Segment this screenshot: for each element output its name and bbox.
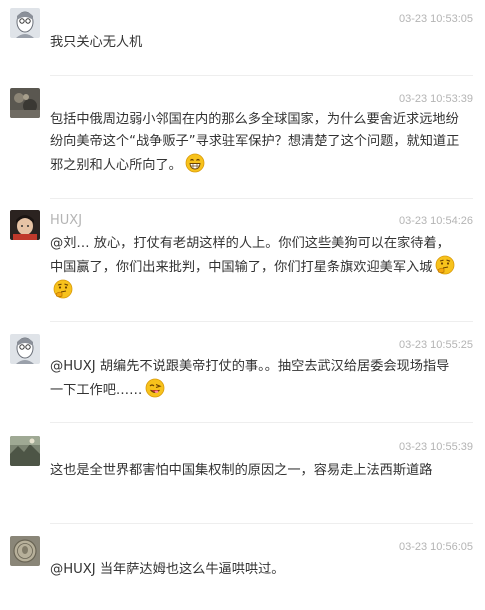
divider: [50, 422, 473, 423]
divider: [50, 321, 473, 322]
divider: [50, 198, 473, 199]
timestamp: 03-23 10:55:39: [398, 441, 473, 453]
comment-body: @刘… 放心，打仗有老胡这样的人上。你们这些美狗可以在家待着，中国赢了，你们出来…: [50, 236, 450, 275]
comment-body: @HUXJ 胡编先不说跟美帝打仗的事。。抽空去武汉给居委会现场指导一下工作吧……: [50, 359, 450, 398]
thinking-emoji-icon: [435, 255, 455, 275]
comment-body: 包括中俄周边弱小邻国在内的那么多全球国家，为什么要舍近求远地纷纷向美帝这个“战争…: [50, 112, 460, 173]
comment-text: 我只关心无人机: [50, 35, 143, 50]
divider: [50, 523, 473, 524]
user-avatar[interactable]: [10, 88, 40, 118]
comment-text: @HUXJ 胡编先不说跟美帝打仗的事。。抽空去武汉给居委会现场指导一下工作吧……: [50, 356, 460, 402]
timestamp: 03-23 10:56:05: [398, 541, 473, 553]
comment-text: 包括中俄周边弱小邻国在内的那么多全球国家，为什么要舍近求远地纷纷向美帝这个“战争…: [50, 109, 460, 177]
timestamp: 03-23 10:53:39: [398, 93, 473, 105]
user-avatar[interactable]: [10, 334, 40, 364]
username[interactable]: HUXJ: [50, 213, 82, 228]
grinning-emoji-icon: [185, 153, 205, 173]
user-avatar[interactable]: [10, 536, 40, 566]
timestamp: 03-23 10:53:05: [398, 13, 473, 25]
user-avatar[interactable]: [10, 436, 40, 466]
divider: [50, 75, 473, 76]
timestamp: 03-23 10:55:25: [398, 339, 473, 351]
comment-text: @HUXJ 当年萨达姆也这么牛逼哄哄过。: [50, 562, 285, 577]
thinking-emoji-icon: [53, 279, 73, 299]
user-avatar[interactable]: [10, 8, 40, 38]
comment-text: 这也是全世界都害怕中国集权制的原因之一，容易走上法西斯道路: [50, 463, 433, 478]
user-avatar[interactable]: [10, 210, 40, 240]
comment-text: @刘… 放心，打仗有老胡这样的人上。你们这些美狗可以在家待着，中国赢了，你们出来…: [50, 233, 460, 303]
timestamp: 03-23 10:54:26: [398, 215, 473, 227]
winking-emoji-icon: [145, 378, 165, 398]
